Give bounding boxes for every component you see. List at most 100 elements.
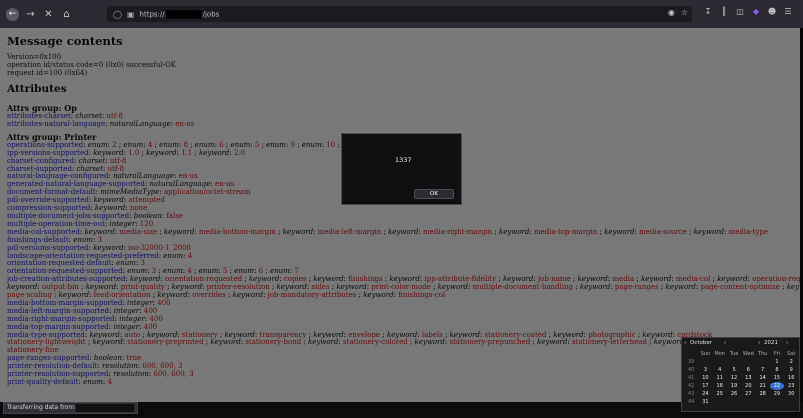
calendar-day[interactable]: 28 [755,390,769,398]
day-of-week-label: Thu [757,351,768,357]
week-number: 40 [687,367,695,373]
calendar-day [770,398,784,406]
calendar-day[interactable]: 10 [698,374,712,382]
forward-icon[interactable]: → [24,8,37,21]
calendar-day[interactable]: 23 [784,382,798,390]
calendar-day[interactable]: 27 [741,390,755,398]
calendar-day [784,398,798,406]
calendar-week-row: 43 24 25 26 27 28 29 30 [684,390,799,398]
calendar-day[interactable]: 9 [784,366,798,374]
calendar-week-row: 41 10 11 12 13 14 15 16 [684,374,799,382]
week-number-header [684,350,698,358]
prev-year-icon[interactable]: ‹ [758,340,760,346]
calendar-day[interactable]: 16 [784,374,798,382]
calendar-dow-row: Sun Mon Tue Wed Thu Fri Sat [684,350,799,358]
calendar-day[interactable]: 2 [784,358,798,366]
calendar-day[interactable]: 3 [698,366,712,374]
calendar-day [727,398,741,406]
calendar-day [755,358,769,366]
pocket-icon[interactable]: ◉ [668,8,675,17]
alert-dialog: 1337 OK [341,133,462,205]
shield-icon[interactable]: ◯ [113,10,122,19]
status-bar: Transferring data from [3,402,138,414]
calendar-day [741,358,755,366]
status-text: Transferring data from [7,404,75,411]
home-icon[interactable]: ⌂ [60,8,73,21]
browser-toolbar: ← → ✕ ⌂ ◯ ▣ https:// /jobs ◉ ☆ ↧ ║ ◫ ◆ ☻ … [0,0,803,28]
calendar-month: October [690,340,713,346]
ok-button[interactable]: OK [414,189,454,199]
calendar-day[interactable]: 12 [727,374,741,382]
next-year-icon[interactable]: › [786,340,788,346]
calendar-day[interactable]: 11 [713,374,727,382]
calendar-day[interactable]: 15 [770,374,784,382]
calendar-day[interactable]: 20 [741,382,755,390]
calendar-day[interactable]: 7 [755,366,769,374]
bookmark-star-icon[interactable]: ☆ [681,8,688,17]
calendar-day[interactable]: 5 [727,366,741,374]
calendar-day[interactable]: 8 [770,366,784,374]
extension-icon[interactable]: ◆ [751,7,761,17]
calendar-week-row: 42 17 18 19 20 21 22 23 [684,382,799,390]
day-of-week-label: Tue [729,351,739,357]
calendar-day[interactable]: 18 [713,382,727,390]
calendar-day[interactable]: 31 [698,398,712,406]
calendar-week-row: 39 1 2 [684,358,799,366]
back-icon[interactable]: ← [6,7,19,21]
calendar-day[interactable]: 30 [784,390,798,398]
menu-icon[interactable]: ☰ [783,7,793,17]
redacted-host [165,9,202,19]
day-of-week-label: Sat [787,351,796,357]
calendar-day[interactable]: 4 [713,366,727,374]
calendar-day[interactable]: 14 [755,374,769,382]
calendar-day[interactable]: 17 [698,382,712,390]
week-number: 39 [687,359,695,365]
calendar-day [727,358,741,366]
calendar-day[interactable]: 6 [741,366,755,374]
calendar-popup: ‹ October › ‹ 2021 › Sun Mon Tue Wed Thu Fri S… [681,337,800,412]
calendar-year: 2021 [764,340,778,346]
day-of-week-label: Fri [773,351,780,357]
calendar-day [713,358,727,366]
calendar-day[interactable]: 19 [727,382,741,390]
calendar-week-row: 44 31 [684,398,799,406]
lock-icon[interactable]: ▣ [127,10,135,19]
calendar-day [741,398,755,406]
calendar-header: ‹ October › ‹ 2021 › [682,340,801,349]
url-text: https:// /jobs [139,9,220,19]
next-month-icon[interactable]: › [724,340,726,346]
calendar-day [713,398,727,406]
calendar-day [698,358,712,366]
day-of-week-label: Wed [742,351,754,357]
url-bar[interactable]: ◯ ▣ https:// /jobs ◉ ☆ [107,6,692,22]
redacted-host [76,403,135,412]
sidebar-icon[interactable]: ◫ [735,7,745,17]
alert-message: 1337 [395,156,412,164]
week-number: 43 [687,391,695,397]
extension-icons: ↧ ║ ◫ ◆ ☻ ☰ [703,7,793,17]
url-suffix: /jobs [202,10,220,18]
stop-icon[interactable]: ✕ [42,8,55,21]
calendar-day[interactable]: 24 [698,390,712,398]
calendar-grid: Sun Mon Tue Wed Thu Fri Sat 39 1 2 40 3 4 5 6 7 8 9 41 10 11… [684,350,799,406]
day-of-week-label: Sun [700,351,711,357]
prev-month-icon[interactable]: ‹ [684,340,686,346]
calendar-day[interactable]: 1 [770,358,784,366]
url-prefix: https:// [139,10,165,18]
calendar-day[interactable]: 25 [713,390,727,398]
week-number: 42 [687,383,695,389]
calendar-week-row: 40 3 4 5 6 7 8 9 [684,366,799,374]
week-number: 41 [687,375,695,381]
week-number: 44 [687,399,695,405]
download-icon[interactable]: ↧ [703,7,713,17]
calendar-day[interactable]: 13 [741,374,755,382]
calendar-day[interactable]: 21 [755,382,769,390]
calendar-day-today[interactable]: 22 [769,382,785,390]
day-of-week-label: Mon [714,351,726,357]
library-icon[interactable]: ║ [719,7,729,17]
calendar-day[interactable]: 26 [727,390,741,398]
calendar-day [755,398,769,406]
account-icon[interactable]: ☻ [767,7,777,17]
calendar-day[interactable]: 29 [770,390,784,398]
url-actions: ◉ ☆ [668,8,688,17]
